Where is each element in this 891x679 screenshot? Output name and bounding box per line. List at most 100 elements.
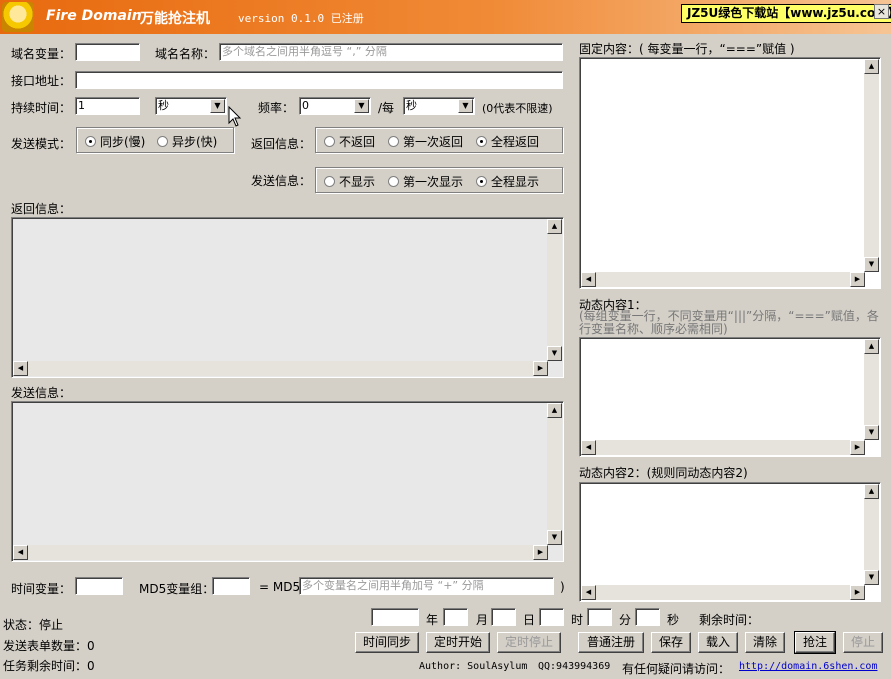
task-remaining-label: 任务剩余时间：0: [3, 659, 95, 673]
second-input[interactable]: [635, 608, 660, 626]
sent-count-label: 发送表单数量：0: [3, 639, 95, 653]
load-button[interactable]: 载入: [698, 632, 738, 653]
time-var-input[interactable]: [75, 577, 123, 595]
scroll-up-icon[interactable]: ▲: [547, 403, 562, 418]
horizontal-scrollbar[interactable]: [13, 361, 548, 376]
radio-full-show[interactable]: 全程显示: [476, 173, 539, 190]
scroll-left-icon[interactable]: ◀: [13, 545, 28, 560]
fixed-content-textarea[interactable]: ▲ ▼ ◀ ▶: [579, 57, 881, 289]
md5-group-label: MD5变量组：: [139, 582, 215, 596]
radio-first-show[interactable]: 第一次显示: [388, 173, 463, 190]
close-icon[interactable]: ×: [874, 4, 889, 19]
app-version: version 0.1.0 已注册: [238, 12, 364, 25]
radio-no-show[interactable]: 不显示: [324, 173, 375, 190]
dyn1-hint: (每组变量一行，不同变量用“|||”分隔，“===”赋值，各行变量名称、顺序必需…: [579, 309, 879, 336]
time-sync-button[interactable]: 时间同步: [355, 632, 419, 653]
send-log-textarea[interactable]: ▲ ▼ ◀ ▶: [11, 401, 564, 562]
horizontal-scrollbar[interactable]: [581, 272, 865, 287]
api-url-label: 接口地址：: [11, 74, 72, 88]
month-label: 月: [476, 613, 489, 627]
scroll-left-icon[interactable]: ◀: [581, 272, 596, 287]
return-info-label: 返回信息：: [251, 137, 312, 151]
duration-unit-select[interactable]: 秒 ▼: [155, 97, 227, 115]
vertical-scrollbar[interactable]: [547, 219, 562, 361]
radio-off-icon: [388, 176, 399, 187]
hour-label: 时: [571, 613, 584, 627]
minute-input[interactable]: [587, 608, 612, 626]
md5-vars-input[interactable]: 多个变量名之间用半角加号 “+” 分隔: [299, 577, 554, 595]
radio-full-return[interactable]: 全程返回: [476, 133, 539, 150]
horizontal-scrollbar[interactable]: [581, 440, 865, 455]
scroll-up-icon[interactable]: ▲: [864, 339, 879, 354]
scroll-up-icon[interactable]: ▲: [864, 59, 879, 74]
normal-register-button[interactable]: 普通注册: [578, 632, 644, 653]
scroll-down-icon[interactable]: ▼: [864, 570, 879, 585]
scroll-up-icon[interactable]: ▲: [864, 484, 879, 499]
horizontal-scrollbar[interactable]: [581, 585, 865, 600]
radio-on-icon: [476, 136, 487, 147]
api-url-input[interactable]: [75, 71, 563, 89]
scroll-right-icon[interactable]: ▶: [850, 440, 865, 455]
homepage-link[interactable]: http://domain.6shen.com: [739, 661, 877, 672]
duration-input[interactable]: 1: [75, 97, 140, 115]
month-input[interactable]: [443, 608, 468, 626]
radio-off-icon: [324, 136, 335, 147]
app-title-cn: 万能抢注机: [140, 11, 210, 27]
scroll-up-icon[interactable]: ▲: [547, 219, 562, 234]
domain-name-label: 域名名称：: [155, 47, 216, 61]
per-unit-value: 秒: [406, 99, 417, 112]
vertical-scrollbar[interactable]: [547, 403, 562, 545]
timer-stop-button[interactable]: 定时停止: [497, 632, 561, 653]
scroll-left-icon[interactable]: ◀: [13, 361, 28, 376]
year-input[interactable]: [371, 608, 419, 626]
radio-off-icon: [324, 176, 335, 187]
freq-select[interactable]: 0 ▼: [299, 97, 371, 115]
per-label: /每: [378, 101, 395, 115]
vertical-scrollbar[interactable]: [864, 59, 879, 272]
radio-first-return[interactable]: 第一次返回: [388, 133, 463, 150]
clear-button[interactable]: 清除: [745, 632, 785, 653]
save-button[interactable]: 保存: [651, 632, 691, 653]
scroll-down-icon[interactable]: ▼: [547, 346, 562, 361]
stop-button[interactable]: 停止: [843, 632, 883, 653]
radio-sync[interactable]: 同步(慢): [85, 133, 145, 150]
status-label: 状态：停止: [3, 618, 64, 632]
md5-group-input[interactable]: [212, 577, 250, 595]
scroll-right-icon[interactable]: ▶: [533, 361, 548, 376]
scroll-right-icon[interactable]: ▶: [850, 585, 865, 600]
author-label: Author: SoulAsylum: [419, 661, 528, 672]
dyn1-textarea[interactable]: ▲ ▼ ◀ ▶: [579, 337, 881, 457]
chevron-down-icon: ▼: [458, 99, 473, 113]
day-input[interactable]: [491, 608, 516, 626]
duration-unit-value: 秒: [158, 99, 169, 112]
scroll-down-icon[interactable]: ▼: [864, 425, 879, 440]
domain-name-input[interactable]: 多个域名之间用半角逗号 “,” 分隔: [219, 43, 563, 61]
scroll-right-icon[interactable]: ▶: [850, 272, 865, 287]
send-mode-label: 发送模式：: [11, 137, 72, 151]
domain-var-input[interactable]: [75, 43, 140, 61]
scroll-down-icon[interactable]: ▼: [547, 530, 562, 545]
scroll-down-icon[interactable]: ▼: [864, 257, 879, 272]
dyn2-textarea[interactable]: ▲ ▼ ◀ ▶: [579, 482, 881, 602]
freq-label: 频率：: [258, 101, 295, 115]
radio-async[interactable]: 异步(快): [157, 133, 217, 150]
year-label: 年: [426, 613, 439, 627]
scroll-left-icon[interactable]: ◀: [581, 585, 596, 600]
send-mode-group: 同步(慢) 异步(快): [76, 127, 234, 153]
snipe-button[interactable]: 抢注: [794, 631, 836, 654]
app-logo-icon: [2, 2, 34, 32]
return-info-group: 不返回 第一次返回 全程返回: [315, 127, 563, 153]
radio-on-icon: [85, 136, 96, 147]
radio-no-return[interactable]: 不返回: [324, 133, 375, 150]
send-info-group: 不显示 第一次显示 全程显示: [315, 167, 563, 193]
timer-start-button[interactable]: 定时开始: [426, 632, 490, 653]
hour-input[interactable]: [539, 608, 564, 626]
per-unit-select[interactable]: 秒 ▼: [403, 97, 475, 115]
return-log-textarea[interactable]: ▲ ▼ ◀ ▶: [11, 217, 564, 378]
scroll-left-icon[interactable]: ◀: [581, 440, 596, 455]
radio-off-icon: [157, 136, 168, 147]
scroll-right-icon[interactable]: ▶: [533, 545, 548, 560]
return-log-label: 返回信息：: [11, 202, 72, 216]
horizontal-scrollbar[interactable]: [13, 545, 548, 560]
freq-value: 0: [302, 99, 309, 112]
